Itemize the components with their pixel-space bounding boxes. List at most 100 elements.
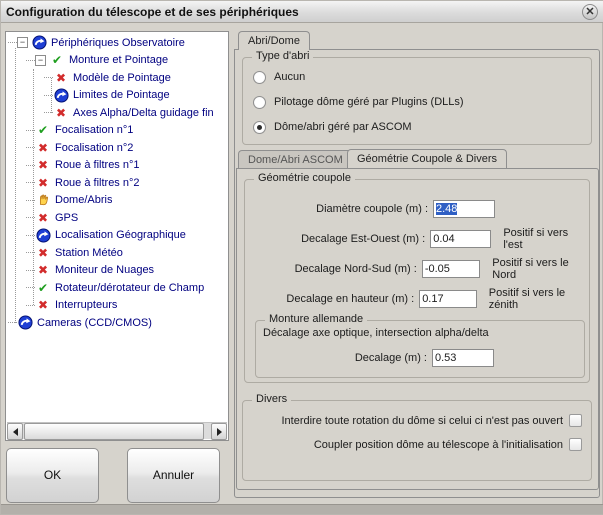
globe-icon — [31, 35, 47, 51]
tree-item-p-riph-riques-observatoire[interactable]: − Périphériques Observatoire — [6, 34, 228, 52]
tree-item-label: Axes Alpha/Delta guidage fin — [73, 107, 214, 119]
decalage-label: Decalage (m) : — [256, 352, 432, 364]
radio-dot — [257, 125, 262, 130]
tree-stub — [44, 77, 53, 78]
tree-stub — [26, 305, 35, 306]
titlebar[interactable]: Configuration du télescope et de ses pér… — [1, 1, 603, 23]
tree-expander-icon[interactable]: − — [35, 55, 46, 66]
tree-item-roue-filtres-n-1[interactable]: ✖Roue à filtres n°1 — [6, 157, 228, 175]
tree-item-focalisation-n-1[interactable]: ✔Focalisation n°1 — [6, 122, 228, 140]
divers-group: Divers Interdire toute rotation du dôme … — [242, 400, 592, 481]
field-input-decalage-nord-sud-m[interactable]: -0.05 — [422, 260, 480, 278]
device-tree-panel: −Périphériques Observatoire−✔Monture et … — [5, 31, 229, 441]
radio-icon[interactable] — [253, 71, 266, 84]
scroll-left-button[interactable] — [7, 423, 23, 440]
checkbox-label: Interdire toute rotation du dôme si celu… — [281, 415, 563, 427]
tree-horizontal-scrollbar[interactable] — [7, 422, 227, 439]
tree-stub — [26, 165, 35, 166]
radio-option-aucun[interactable]: Aucun — [253, 69, 305, 85]
close-icon[interactable]: ✕ — [582, 4, 598, 20]
decalage-input[interactable]: 0.53 — [432, 349, 494, 367]
tree-item-label: Cameras (CCD/CMOS) — [37, 317, 152, 329]
cross-icon: ✖ — [35, 297, 51, 313]
radio-option-d-me-abri-g-r-par-ascom[interactable]: Dôme/abri géré par ASCOM — [253, 119, 412, 135]
tree-stub — [8, 42, 17, 43]
radio-option-pilotage-d-me-g-r-par-plugins-dlls[interactable]: Pilotage dôme géré par Plugins (DLLs) — [253, 94, 464, 110]
tree-item-monture-et-pointage[interactable]: −✔Monture et Pointage — [6, 52, 228, 70]
tree-items: −Périphériques Observatoire−✔Monture et … — [6, 34, 228, 332]
tree-stub — [44, 112, 53, 113]
tree-stub — [8, 322, 17, 323]
window-title: Configuration du télescope et de ses pér… — [6, 1, 299, 23]
ok-button[interactable]: OK — [6, 448, 99, 503]
cross-icon: ✖ — [35, 140, 51, 156]
tree-expander-icon[interactable]: − — [17, 37, 28, 48]
tree-item-label: Périphériques Observatoire — [51, 37, 185, 49]
field-label: Decalage Nord-Sud (m) : — [253, 263, 422, 275]
tree-item-moniteur-de-nuages[interactable]: ✖Moniteur de Nuages — [6, 262, 228, 280]
tree-stub — [26, 252, 35, 253]
radio-icon[interactable] — [253, 96, 266, 109]
scrollbar-thumb[interactable] — [24, 423, 204, 440]
scroll-right-button[interactable] — [211, 423, 227, 440]
radio-label: Aucun — [274, 71, 305, 83]
checkbox-icon[interactable] — [569, 414, 582, 427]
field-note: Positif si vers l'est — [503, 227, 589, 251]
radio-label: Pilotage dôme géré par Plugins (DLLs) — [274, 96, 464, 108]
tree-item-mod-le-de-pointage[interactable]: ✖Modèle de Pointage — [6, 69, 228, 87]
tab-dome-abri-ascom[interactable]: Dome/Abri ASCOM — [238, 150, 353, 168]
tree-item-label: GPS — [55, 212, 78, 224]
field-label: Decalage en hauteur (m) : — [253, 293, 419, 305]
geometrie-coupole-group: Géométrie coupole Diamètre coupole (m) :… — [244, 179, 590, 383]
checkbox-row-interdire-toute-rotation-du-d-me-si-celu: Interdire toute rotation du dôme si celu… — [281, 413, 582, 428]
cancel-button[interactable]: Annuler — [127, 448, 220, 503]
tree-item-label: Roue à filtres n°1 — [55, 159, 140, 171]
tree-item-limites-de-pointage[interactable]: Limites de Pointage — [6, 87, 228, 105]
tree-item-interrupteurs[interactable]: ✖ Interrupteurs — [6, 297, 228, 315]
field-input-diam-tre-coupole-m[interactable]: 2.48 — [433, 200, 495, 218]
globe-icon — [35, 227, 51, 243]
type-abri-group: Type d'abri AucunPilotage dôme géré par … — [242, 57, 592, 145]
tree-item-axes-alpha-delta-guidage-fin[interactable]: ✖ Axes Alpha/Delta guidage fin — [6, 104, 228, 122]
tree-item-cameras-ccd-cmos[interactable]: Cameras (CCD/CMOS) — [6, 314, 228, 332]
arrow-left-icon — [13, 428, 18, 436]
field-label: Decalage Est-Ouest (m) : — [253, 233, 430, 245]
tree-item-station-m-t-o[interactable]: ✖Station Météo — [6, 244, 228, 262]
monture-description: Décalage axe optique, intersection alpha… — [263, 327, 489, 339]
tab-g-om-trie-coupole-divers[interactable]: Géométrie Coupole & Divers — [347, 149, 507, 168]
tree-stub — [26, 217, 35, 218]
tree-item-label: Focalisation n°2 — [55, 142, 133, 154]
check-icon: ✔ — [35, 280, 51, 296]
geometrie-coupole-title: Géométrie coupole — [254, 172, 355, 184]
tree-item-roue-filtres-n-2[interactable]: ✖Roue à filtres n°2 — [6, 174, 228, 192]
tree-stub — [26, 130, 35, 131]
field-row-decalage-en-hauteur-m: Decalage en hauteur (m) :0.17Positif si … — [253, 290, 589, 308]
globe-icon — [53, 87, 69, 103]
tab-abri-dome[interactable]: Abri/Dome — [238, 31, 310, 50]
field-row-decalage-nord-sud-m: Decalage Nord-Sud (m) :-0.05Positif si v… — [253, 260, 589, 278]
globe-icon — [17, 315, 33, 331]
field-value: 2.48 — [436, 203, 457, 215]
radio-label: Dôme/abri géré par ASCOM — [274, 121, 412, 133]
tree-item-dome-abris[interactable]: Dome/Abris — [6, 192, 228, 210]
tree-item-label: Roue à filtres n°2 — [55, 177, 140, 189]
tree-item-localisation-g-ographique[interactable]: Localisation Géographique — [6, 227, 228, 245]
field-input-decalage-en-hauteur-m[interactable]: 0.17 — [419, 290, 477, 308]
checkbox-icon[interactable] — [569, 438, 582, 451]
window-bottom-edge — [1, 504, 603, 514]
cross-icon: ✖ — [35, 210, 51, 226]
tree-item-focalisation-n-2[interactable]: ✖ Focalisation n°2 — [6, 139, 228, 157]
cross-icon: ✖ — [53, 105, 69, 121]
arrow-right-icon — [217, 428, 222, 436]
tree-stub — [26, 287, 35, 288]
field-input-decalage-est-ouest-m[interactable]: 0.04 — [430, 230, 491, 248]
radio-selected-icon[interactable] — [253, 121, 266, 134]
tree-item-gps[interactable]: ✖ GPS — [6, 209, 228, 227]
tree-item-label: Dome/Abris — [55, 194, 112, 206]
tree-item-label: Interrupteurs — [55, 299, 117, 311]
tree-item-rotateur-d-rotateur-de-champ[interactable]: ✔Rotateur/dérotateur de Champ — [6, 279, 228, 297]
type-abri-title: Type d'abri — [252, 50, 313, 62]
telescope-config-window: { "window": { "title": "Configuration du… — [0, 0, 603, 515]
tree-stub — [26, 147, 35, 148]
tree-item-label: Monture et Pointage — [69, 54, 168, 66]
